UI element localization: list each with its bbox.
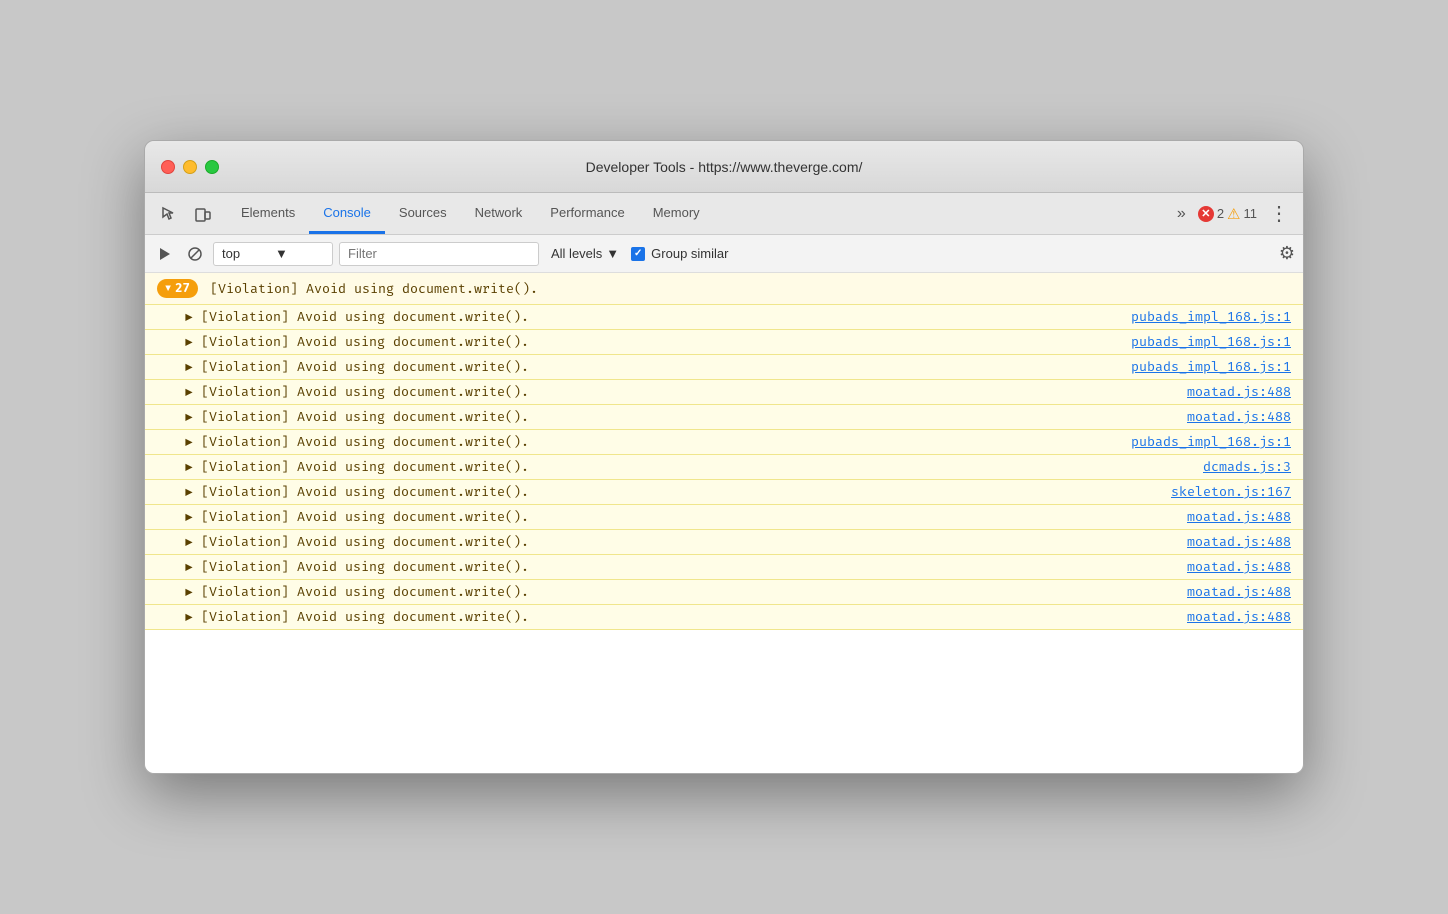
error-count: 2: [1217, 206, 1224, 221]
console-row: ▶ [Violation] Avoid using document.write…: [145, 455, 1303, 480]
context-value: top: [222, 246, 271, 261]
console-source-link[interactable]: moatad.js:488: [1187, 509, 1291, 525]
block-icon[interactable]: [183, 242, 207, 266]
console-message: ▶ [Violation] Avoid using document.write…: [185, 384, 1175, 400]
console-source-link[interactable]: pubads_impl_168.js:1: [1131, 309, 1291, 325]
console-source-link[interactable]: moatad.js:488: [1187, 584, 1291, 600]
violation-group-header: ▼ 27 [Violation] Avoid using document.wr…: [145, 273, 1303, 305]
console-row: ▶ [Violation] Avoid using document.write…: [145, 480, 1303, 505]
console-row: ▶ [Violation] Avoid using document.write…: [145, 380, 1303, 405]
context-selector[interactable]: top ▼: [213, 242, 333, 266]
console-row: ▶ [Violation] Avoid using document.write…: [145, 530, 1303, 555]
console-message: ▶ [Violation] Avoid using document.write…: [185, 609, 1175, 625]
violation-count-badge: ▼ 27: [157, 279, 198, 298]
titlebar: Developer Tools - https://www.theverge.c…: [145, 141, 1303, 193]
console-message: ▶ [Violation] Avoid using document.write…: [185, 584, 1175, 600]
tab-elements[interactable]: Elements: [227, 193, 309, 234]
console-message: ▶ [Violation] Avoid using document.write…: [185, 484, 1159, 500]
console-row: ▶ [Violation] Avoid using document.write…: [145, 405, 1303, 430]
tab-sources[interactable]: Sources: [385, 193, 461, 234]
close-button[interactable]: [161, 160, 175, 174]
kebab-menu-button[interactable]: ⋮: [1263, 201, 1295, 226]
console-message: ▶ [Violation] Avoid using document.write…: [185, 559, 1175, 575]
console-source-link[interactable]: pubads_impl_168.js:1: [1131, 334, 1291, 350]
console-message: ▶ [Violation] Avoid using document.write…: [185, 409, 1175, 425]
group-similar-label: Group similar: [651, 246, 728, 261]
console-message: ▶ [Violation] Avoid using document.write…: [185, 359, 1119, 375]
console-source-link[interactable]: moatad.js:488: [1187, 609, 1291, 625]
console-row: ▶ [Violation] Avoid using document.write…: [145, 330, 1303, 355]
levels-label: All levels: [551, 246, 602, 261]
console-source-link[interactable]: moatad.js:488: [1187, 384, 1291, 400]
console-row: ▶ [Violation] Avoid using document.write…: [145, 355, 1303, 380]
tab-performance[interactable]: Performance: [536, 193, 638, 234]
context-arrow: ▼: [275, 246, 324, 261]
levels-arrow: ▼: [606, 246, 619, 261]
inspect-element-icon[interactable]: [153, 198, 185, 230]
console-rows-container: ▶ [Violation] Avoid using document.write…: [145, 305, 1303, 630]
group-similar-checkbox[interactable]: [631, 247, 645, 261]
console-toolbar: top ▼ All levels ▼ Group similar ⚙: [145, 235, 1303, 273]
tabs-bar: Elements Console Sources Network Perform…: [145, 193, 1303, 235]
error-badge: ✕ 2 ⚠ 11: [1198, 205, 1257, 223]
tab-console[interactable]: Console: [309, 193, 385, 234]
error-icon: ✕: [1198, 206, 1214, 222]
console-message: ▶ [Violation] Avoid using document.write…: [185, 434, 1119, 450]
console-message: ▶ [Violation] Avoid using document.write…: [185, 309, 1119, 325]
console-source-link[interactable]: pubads_impl_168.js:1: [1131, 359, 1291, 375]
group-similar-checkbox-container[interactable]: Group similar: [631, 246, 728, 261]
console-row: ▶ [Violation] Avoid using document.write…: [145, 505, 1303, 530]
device-toolbar-icon[interactable]: [187, 198, 219, 230]
violation-arrow-icon: ▼: [165, 283, 171, 295]
warning-icon: ⚠: [1227, 205, 1240, 223]
console-row: ▶ [Violation] Avoid using document.write…: [145, 605, 1303, 630]
tab-memory[interactable]: Memory: [639, 193, 714, 234]
console-content: ▼ 27 [Violation] Avoid using document.wr…: [145, 273, 1303, 773]
console-source-link[interactable]: moatad.js:488: [1187, 534, 1291, 550]
console-source-link[interactable]: dcmads.js:3: [1203, 459, 1291, 475]
minimize-button[interactable]: [183, 160, 197, 174]
console-source-link[interactable]: moatad.js:488: [1187, 409, 1291, 425]
filter-input[interactable]: [348, 246, 530, 261]
filter-input-container: [339, 242, 539, 266]
more-tabs-button[interactable]: »: [1171, 201, 1192, 227]
console-row: ▶ [Violation] Avoid using document.write…: [145, 580, 1303, 605]
console-row: ▶ [Violation] Avoid using document.write…: [145, 430, 1303, 455]
console-row: ▶ [Violation] Avoid using document.write…: [145, 305, 1303, 330]
levels-dropdown[interactable]: All levels ▼: [545, 242, 625, 266]
tab-network[interactable]: Network: [461, 193, 537, 234]
console-message: ▶ [Violation] Avoid using document.write…: [185, 509, 1175, 525]
devtools-action-icons: [153, 193, 219, 234]
violation-count: 27: [175, 281, 190, 296]
clear-console-button[interactable]: [153, 242, 177, 266]
console-row: ▶ [Violation] Avoid using document.write…: [145, 555, 1303, 580]
violation-header-text: [Violation] Avoid using document.write()…: [210, 281, 538, 297]
console-message: ▶ [Violation] Avoid using document.write…: [185, 534, 1175, 550]
console-source-link[interactable]: skeleton.js:167: [1171, 484, 1291, 500]
maximize-button[interactable]: [205, 160, 219, 174]
devtools-window: Developer Tools - https://www.theverge.c…: [144, 140, 1304, 774]
warning-count: 11: [1244, 206, 1258, 221]
tabs-right-section: » ✕ 2 ⚠ 11 ⋮: [1171, 193, 1295, 234]
settings-gear-icon[interactable]: ⚙: [1279, 243, 1295, 264]
traffic-lights: [161, 160, 219, 174]
console-message: ▶ [Violation] Avoid using document.write…: [185, 334, 1119, 350]
console-message: ▶ [Violation] Avoid using document.write…: [185, 459, 1191, 475]
window-title: Developer Tools - https://www.theverge.c…: [586, 159, 863, 175]
console-source-link[interactable]: moatad.js:488: [1187, 559, 1291, 575]
console-source-link[interactable]: pubads_impl_168.js:1: [1131, 434, 1291, 450]
